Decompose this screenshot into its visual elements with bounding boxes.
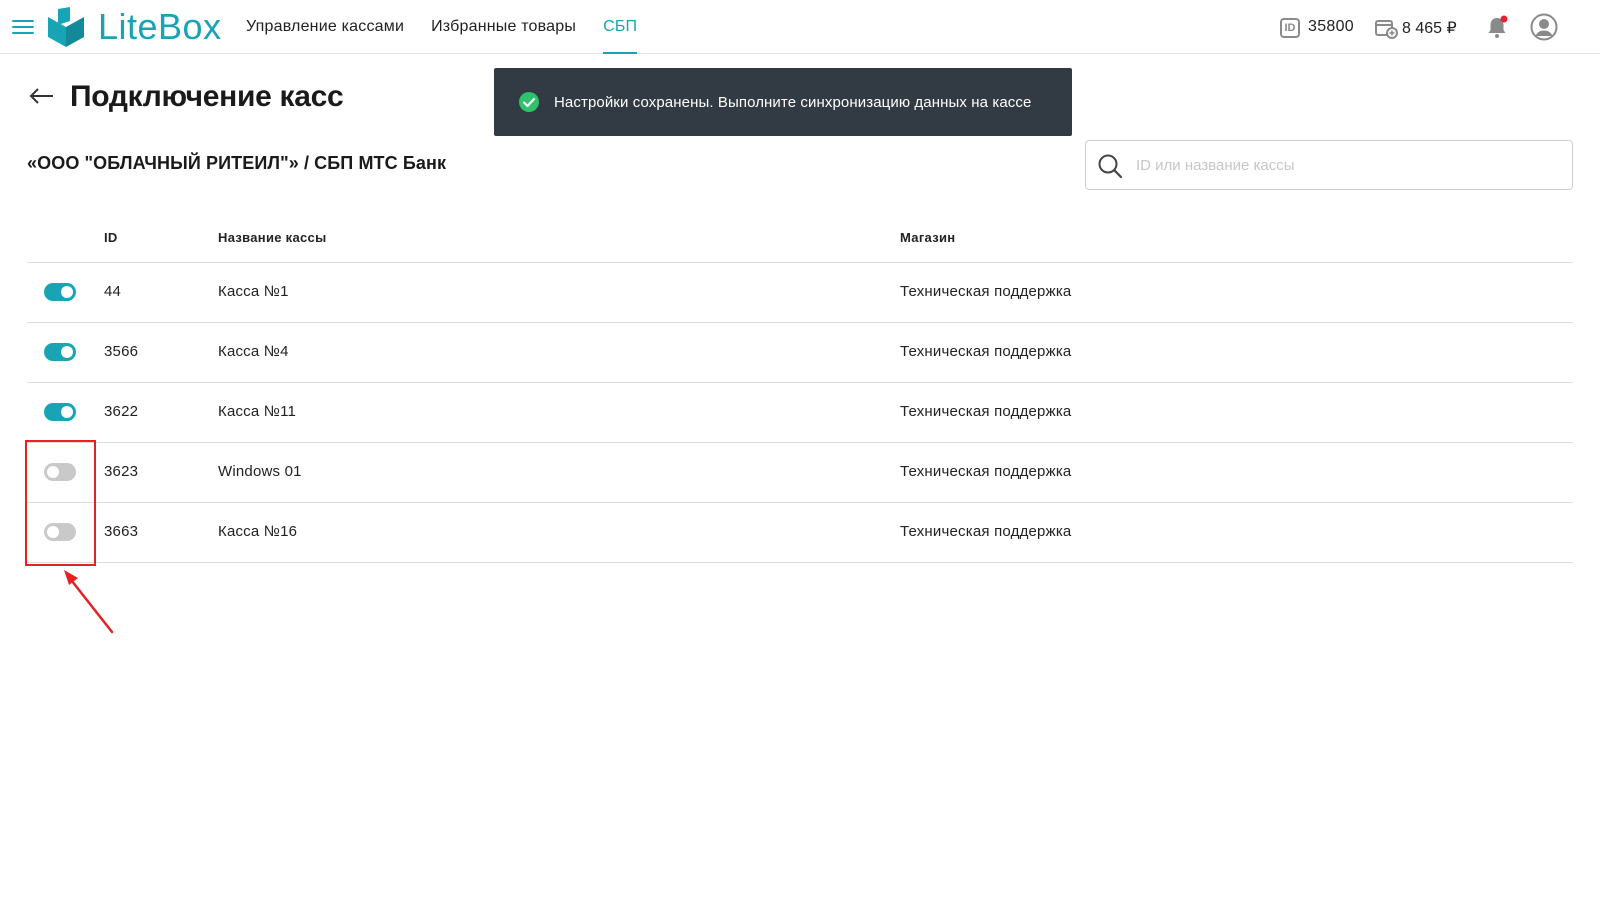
logo[interactable]: LiteBox	[44, 5, 222, 49]
row-id: 44	[104, 283, 122, 300]
column-header-shop[interactable]: Магазин	[900, 230, 955, 245]
row-shop: Техническая поддержка	[900, 283, 1072, 300]
row-shop: Техническая поддержка	[900, 523, 1072, 540]
column-header-id[interactable]: ID	[104, 230, 118, 245]
row-id: 3663	[104, 523, 139, 540]
notification-bell-icon[interactable]	[1484, 14, 1510, 40]
top-bar: LiteBox Управление кассами Избранные тов…	[0, 0, 1600, 54]
search-icon	[1098, 154, 1123, 179]
annotation-highlight-box	[25, 440, 96, 566]
user-avatar-icon[interactable]	[1530, 13, 1558, 41]
table-row: 3623 Windows 01 Техническая поддержка	[27, 443, 1573, 503]
row-name: Windows 01	[218, 463, 302, 480]
wallet-icon[interactable]	[1374, 16, 1398, 40]
row-name: Касса №4	[218, 343, 289, 360]
row-id: 3566	[104, 343, 139, 360]
logo-text: LiteBox	[98, 6, 222, 47]
table-row: 3622 Касса №11 Техническая поддержка	[27, 383, 1573, 443]
row-shop: Техническая поддержка	[900, 403, 1072, 420]
search-input[interactable]	[1136, 142, 1556, 188]
organization-breadcrumb: «ООО "ОБЛАЧНЫЙ РИТЕИЛ"» / СБП МТС Банк	[27, 153, 447, 173]
nav-item-favorites[interactable]: Избранные товары	[431, 0, 576, 54]
cash-register-table: ID Название кассы Магазин 44 Касса №1 Те…	[27, 214, 1573, 563]
account-id: 35800	[1308, 18, 1354, 35]
table-row: 44 Касса №1 Техническая поддержка	[27, 263, 1573, 323]
back-arrow-icon[interactable]	[28, 86, 56, 106]
row-id: 3623	[104, 463, 139, 480]
sbp-toggle[interactable]	[44, 343, 76, 361]
check-circle-icon	[519, 92, 539, 112]
nav-item-cash-registers[interactable]: Управление кассами	[246, 0, 404, 54]
sbp-toggle[interactable]	[44, 403, 76, 421]
column-header-name[interactable]: Название кассы	[218, 230, 326, 245]
table-header: ID Название кассы Магазин	[27, 214, 1573, 263]
balance-amount[interactable]: 8 465 ₽	[1402, 18, 1457, 38]
row-name: Касса №16	[218, 523, 298, 540]
sbp-toggle[interactable]	[44, 283, 76, 301]
row-shop: Техническая поддержка	[900, 463, 1072, 480]
table-row: 3566 Касса №4 Техническая поддержка	[27, 323, 1573, 383]
notification-dot	[1500, 15, 1508, 23]
nav-item-sbp[interactable]: СБП	[603, 0, 638, 54]
row-name: Касса №11	[218, 403, 297, 420]
toast-message: Настройки сохранены. Выполните синхрониз…	[554, 93, 1032, 111]
annotation-arrow-icon	[64, 570, 114, 634]
id-badge-icon: ID	[1280, 18, 1300, 38]
row-id: 3622	[104, 403, 139, 420]
litebox-logo-icon	[48, 7, 84, 47]
page-title: Подключение касс	[70, 80, 344, 113]
table-row: 3663 Касса №16 Техническая поддержка	[27, 503, 1573, 563]
main-nav: Управление кассами Избранные товары СБП	[246, 0, 664, 54]
menu-icon[interactable]	[12, 20, 34, 34]
success-toast: Настройки сохранены. Выполните синхрониз…	[494, 68, 1072, 136]
row-name: Касса №1	[218, 283, 289, 300]
row-shop: Техническая поддержка	[900, 343, 1072, 360]
search-box[interactable]	[1085, 140, 1573, 190]
